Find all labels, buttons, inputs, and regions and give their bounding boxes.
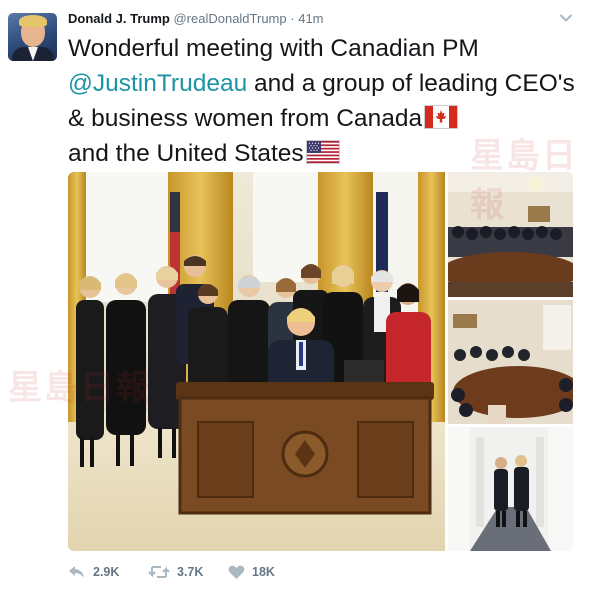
tweet-header: Donald J. Trump @realDonaldTrump · 41m xyxy=(68,10,324,28)
reply-count: 2.9K xyxy=(93,565,120,579)
author-name[interactable]: Donald J. Trump xyxy=(68,11,170,26)
us-flag-icon xyxy=(305,140,340,164)
avatar[interactable] xyxy=(8,13,57,61)
canada-flag-icon xyxy=(424,105,459,129)
author-handle[interactable]: @realDonaldTrump xyxy=(173,11,286,26)
photo-colonnade-walk[interactable] xyxy=(448,427,573,551)
like-count: 18K xyxy=(252,565,275,579)
photo-roundtable[interactable] xyxy=(448,300,573,424)
watermark-top: 星島日報 xyxy=(470,137,578,224)
reply-button[interactable]: 2.9K xyxy=(68,562,119,582)
tweet-card: Donald J. Trump @realDonaldTrump · 41m W… xyxy=(0,0,593,600)
watermark-left: 星島日報 xyxy=(8,369,152,407)
separator-dot: · xyxy=(290,11,295,26)
heart-icon xyxy=(228,565,245,579)
tweet-time[interactable]: 41m xyxy=(298,11,323,26)
like-button[interactable]: 18K xyxy=(228,562,275,582)
retweet-icon xyxy=(148,566,170,578)
retweet-button[interactable]: 3.7K xyxy=(148,562,203,582)
reply-icon xyxy=(69,566,84,578)
chevron-down-icon[interactable] xyxy=(558,10,574,26)
tweet-text-part3: and the United States xyxy=(68,140,304,167)
retweet-count: 3.7K xyxy=(177,565,204,579)
avatar-hair xyxy=(19,15,47,27)
tweet-text-part1: Wonderful meeting with Canadian PM xyxy=(68,35,479,62)
mention-link[interactable]: @JustinTrudeau xyxy=(68,70,247,97)
